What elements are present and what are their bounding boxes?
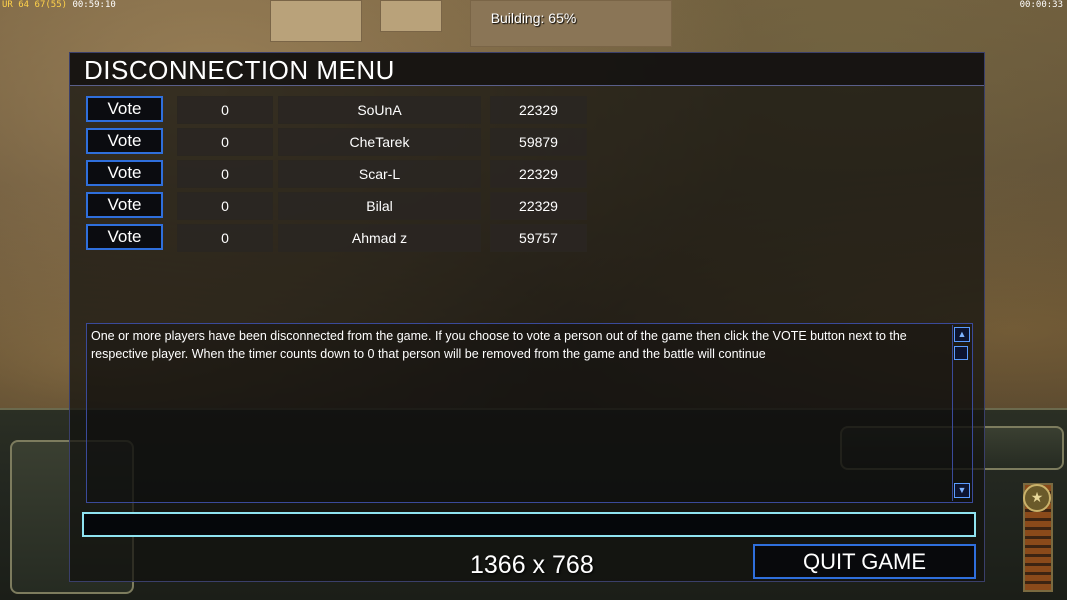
hud-timer: 00:00:33 bbox=[1019, 0, 1063, 10]
vote-button[interactable]: Vote bbox=[86, 192, 163, 218]
message-text: One or more players have been disconnect… bbox=[91, 329, 907, 361]
hud-prefix: UR bbox=[2, 0, 13, 10]
vote-button[interactable]: Vote bbox=[86, 224, 163, 250]
vote-button[interactable]: Vote bbox=[86, 128, 163, 154]
player-name: Scar-L bbox=[278, 160, 481, 188]
player-name: CheTarek bbox=[278, 128, 481, 156]
menu-title-bar: DISCONNECTION MENU bbox=[70, 53, 984, 86]
scroll-up-icon[interactable]: ▲ bbox=[954, 327, 970, 342]
message-box: One or more players have been disconnect… bbox=[86, 323, 973, 503]
hud-values: 64 67(55) bbox=[18, 0, 68, 10]
menu-title: DISCONNECTION MENU bbox=[84, 55, 395, 85]
hud-game-time: 00:59:10 bbox=[72, 0, 116, 10]
disconnection-menu: DISCONNECTION MENU Vote 0 SoUnA 22329 Vo… bbox=[69, 52, 985, 582]
player-id: 22329 bbox=[490, 192, 587, 220]
player-name: Bilal bbox=[278, 192, 481, 220]
building-status: Building: 65% bbox=[490, 10, 577, 26]
timer-count: 0 bbox=[177, 96, 273, 124]
player-name: SoUnA bbox=[278, 96, 481, 124]
hud-stats: UR 64 67(55) 00:59:10 bbox=[2, 0, 116, 10]
vote-button[interactable]: Vote bbox=[86, 96, 163, 122]
quit-game-button[interactable]: QUIT GAME bbox=[753, 544, 976, 579]
timer-count: 0 bbox=[177, 224, 273, 252]
rank-star-icon: ★ bbox=[1023, 484, 1051, 512]
player-name: Ahmad z bbox=[278, 224, 481, 252]
player-id: 59757 bbox=[490, 224, 587, 252]
vote-button[interactable]: Vote bbox=[86, 160, 163, 186]
player-id: 59879 bbox=[490, 128, 587, 156]
timer-count: 0 bbox=[177, 160, 273, 188]
timer-count: 0 bbox=[177, 128, 273, 156]
timer-count: 0 bbox=[177, 192, 273, 220]
player-id: 22329 bbox=[490, 96, 587, 124]
message-scrollbar[interactable]: ▲ ▼ bbox=[952, 325, 971, 501]
scroll-down-icon[interactable]: ▼ bbox=[954, 483, 970, 498]
resolution-label: 1366 x 768 bbox=[470, 551, 594, 579]
scroll-thumb[interactable] bbox=[954, 346, 968, 360]
chat-input[interactable] bbox=[82, 512, 976, 537]
player-id: 22329 bbox=[490, 160, 587, 188]
